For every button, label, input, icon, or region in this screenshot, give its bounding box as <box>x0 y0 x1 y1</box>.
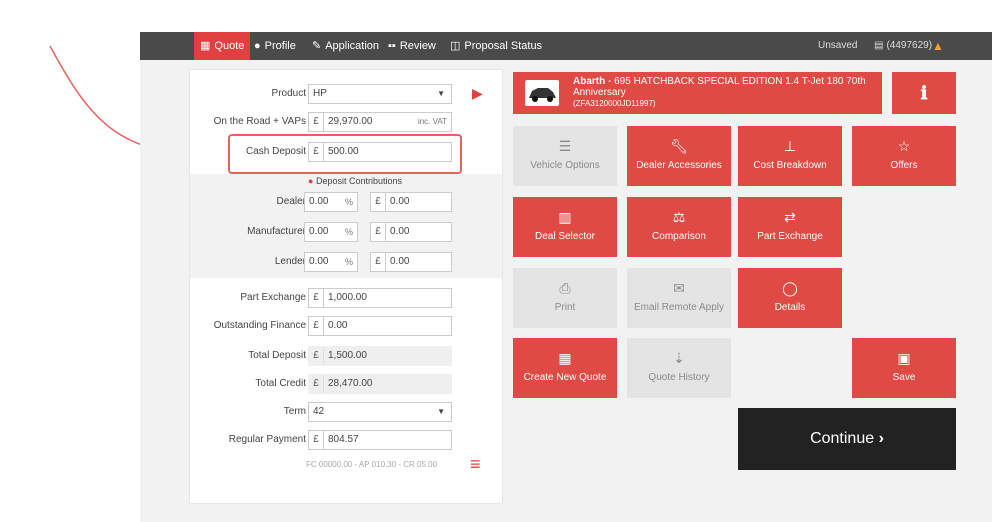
lender-pct-input[interactable]: 0.00 % <box>304 252 358 272</box>
nav-proposal-status[interactable]: ◫ Proposal Status <box>450 32 542 60</box>
term-select[interactable]: 42 ▼ <box>308 402 452 422</box>
term-row: Term 42 ▼ <box>190 402 502 428</box>
car-thumbnail <box>525 80 559 106</box>
reference-number[interactable]: ▤ (4497629) <box>874 32 932 60</box>
columns-icon: ◫ <box>450 40 461 52</box>
star-icon: ☆ <box>897 138 911 154</box>
part-exchange-button[interactable]: ⇄ Part Exchange <box>738 197 842 257</box>
vehicle-banner[interactable]: Abarth - 695 HATCHBACK SPECIAL EDITION 1… <box>513 72 882 114</box>
create-new-quote-button[interactable]: ▦ Create New Quote <box>513 338 617 398</box>
vehicle-options-button[interactable]: ☰ Vehicle Options <box>513 126 617 186</box>
print-button[interactable]: ⎙ Print <box>513 268 617 328</box>
regular-payment-input[interactable]: £804.57 <box>308 430 452 450</box>
caret-down-icon: ▼ <box>437 89 445 98</box>
sitemap-icon: ⊥ <box>783 138 797 154</box>
nav-application[interactable]: ✎ Application <box>312 32 379 60</box>
part-exchange-row: Part Exchange £1,000.00 <box>190 288 502 314</box>
calculator-icon: ▦ <box>200 40 211 52</box>
dealer-row: Dealer 0.00 % £0.00 <box>190 192 502 218</box>
manufacturer-row: Manufacturer 0.00 % £0.00 <box>190 222 502 248</box>
cost-breakdown-button[interactable]: ⊥ Cost Breakdown <box>738 126 842 186</box>
nav-quote[interactable]: ▦ Quote <box>194 32 251 60</box>
comparison-button[interactable]: ⚖ Comparison <box>627 197 731 257</box>
product-select[interactable]: HP ▼ <box>308 84 452 104</box>
dealer-amount-input[interactable]: £0.00 <box>370 192 452 212</box>
outstanding-finance-row: Outstanding Finance £0.00 <box>190 316 502 342</box>
quote-history-button[interactable]: ⇣ Quote History <box>627 338 731 398</box>
email-remote-apply-button[interactable]: ✉ Email Remote Apply <box>627 268 731 328</box>
printer-icon: ⎙ <box>559 280 571 296</box>
dealer-accessories-button[interactable]: 🔧︎ Dealer Accessories <box>627 126 731 186</box>
pen-icon: ✎ <box>312 40 322 52</box>
details-button[interactable]: ◯ Details <box>738 268 842 328</box>
quote-app: ▦ Quote ● Profile ✎ Application ▪▪ Revie… <box>140 32 992 522</box>
deposit-contributions-title: ● Deposit Contributions <box>308 176 402 186</box>
finance-footnote: FC 00000.00 - AP 010.30 - CR 05.00 <box>306 460 438 469</box>
wrench-icon: 🔧︎ <box>670 138 688 154</box>
offers-button[interactable]: ☆ Offers <box>852 126 956 186</box>
total-credit-row: Total Credit £28,470.00 <box>190 374 502 400</box>
outstanding-finance-input[interactable]: £0.00 <box>308 316 452 336</box>
deal-selector-button[interactable]: ▥ Deal Selector <box>513 197 617 257</box>
comment-icon: ◯ <box>782 280 798 296</box>
info-icon: ℹ <box>920 83 928 103</box>
warning-icon[interactable]: ▲ <box>932 32 944 60</box>
grid-icon: ▪▪ <box>388 40 396 52</box>
info-button[interactable]: ℹ <box>892 72 956 114</box>
play-arrow-icon[interactable]: ▶ <box>472 85 483 102</box>
lender-amount-input[interactable]: £0.00 <box>370 252 452 272</box>
continue-button[interactable]: Continue › <box>738 408 956 470</box>
total-deposit-value: £1,500.00 <box>308 346 452 366</box>
user-icon: ● <box>254 40 261 52</box>
caret-down-icon: ▼ <box>437 407 445 416</box>
envelope-icon: ✉ <box>673 280 685 296</box>
unsaved-status: Unsaved <box>818 40 858 51</box>
menu-icon[interactable]: ≡ <box>470 454 481 475</box>
manufacturer-pct-input[interactable]: 0.00 % <box>304 222 358 242</box>
annotation-highlight <box>228 134 462 174</box>
manufacturer-amount-input[interactable]: £0.00 <box>370 222 452 242</box>
product-row: Product HP ▼ ▶ <box>190 84 502 110</box>
calculator-icon: ▦ <box>558 350 572 366</box>
info-circle-icon: ● <box>308 176 314 186</box>
bar-chart-icon: ▥ <box>558 209 572 225</box>
balance-scale-icon: ⚖ <box>672 209 686 225</box>
lender-row: Lender 0.00 % £0.00 <box>190 252 502 278</box>
vehicle-description: Abarth - 695 HATCHBACK SPECIAL EDITION 1… <box>573 76 866 108</box>
total-credit-value: £28,470.00 <box>308 374 452 394</box>
part-exchange-input[interactable]: £1,000.00 <box>308 288 452 308</box>
save-button[interactable]: ▣ Save <box>852 338 956 398</box>
chevron-right-icon: › <box>878 430 884 447</box>
file-icon: ▤ <box>874 40 884 51</box>
floppy-disk-icon: ▣ <box>897 350 911 366</box>
dealer-pct-input[interactable]: 0.00 % <box>304 192 358 212</box>
list-icon: ☰ <box>558 138 572 154</box>
regular-payment-row: Regular Payment £804.57 <box>190 430 502 456</box>
top-nav: ▦ Quote ● Profile ✎ Application ▪▪ Revie… <box>140 32 992 60</box>
exchange-icon: ⇄ <box>784 209 796 225</box>
total-deposit-row: Total Deposit £1,500.00 <box>190 346 502 372</box>
nav-profile[interactable]: ● Profile <box>254 32 296 60</box>
sort-icon: ⇣ <box>673 350 685 366</box>
otr-input[interactable]: £29,970.00 inc. VAT <box>308 112 452 132</box>
nav-review[interactable]: ▪▪ Review <box>388 32 436 60</box>
